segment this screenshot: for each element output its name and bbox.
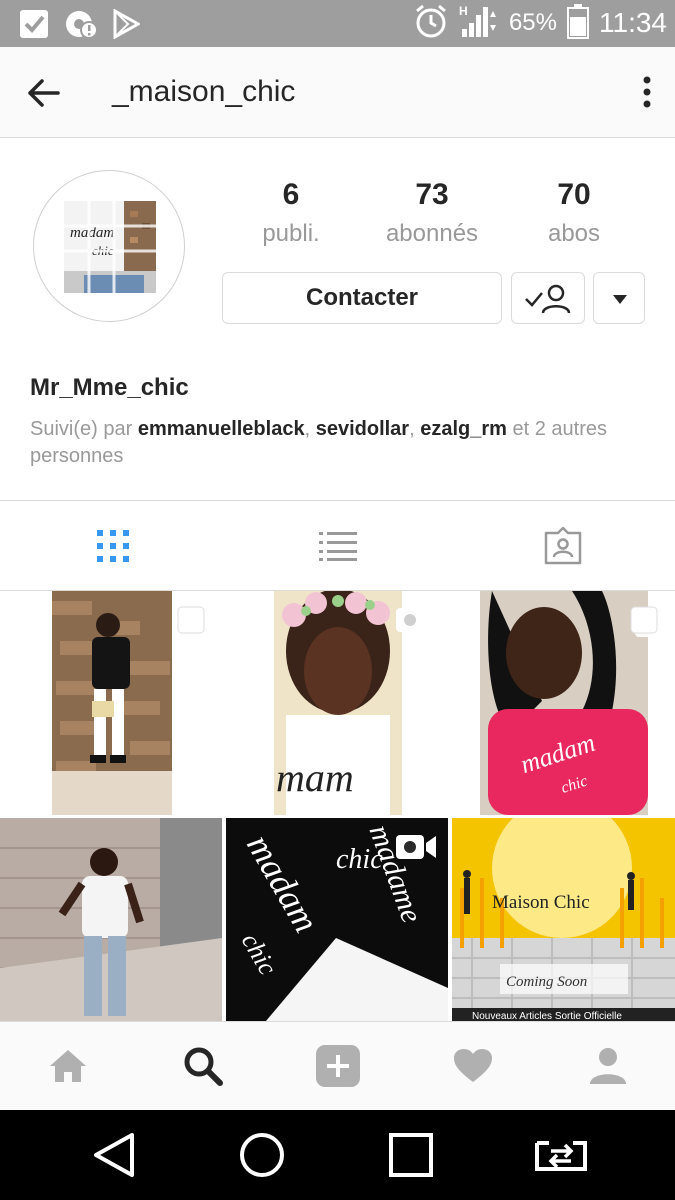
multiple-posts-icon (629, 605, 663, 644)
tab-list[interactable] (225, 501, 450, 591)
post-grid: mam madam chic madame chic madam chic Ma… (0, 591, 675, 1021)
poster-footer: Nouveaux Articles Sortie Officielle (472, 1011, 622, 1021)
page-title: _maison_chic (112, 75, 296, 108)
poster-title: Maison Chic (492, 892, 590, 913)
search-icon (184, 1047, 223, 1086)
post-thumbnail[interactable] (0, 818, 222, 1021)
back-arrow-icon (28, 79, 60, 107)
nav-add[interactable] (270, 1022, 405, 1110)
followed-by-text: Suivi(e) par emmanuelleblack, sevidollar… (30, 418, 608, 467)
contact-button[interactable]: Contacter (222, 272, 502, 324)
poster-subtitle: Coming Soon (506, 974, 587, 990)
video-camera-icon (394, 832, 438, 867)
following-count-label: abos (547, 220, 601, 247)
add-post-icon (315, 1045, 360, 1087)
post-6-image: Maison Chic Coming Soon Nouveaux Article… (452, 818, 675, 1021)
nav-home[interactable] (0, 1022, 135, 1110)
screen: H 65% 11:34 _maison_chic madam 6 publi. … (0, 0, 675, 1200)
status-bar: H 65% 11:34 (0, 0, 675, 47)
check-box-icon (18, 8, 50, 45)
grid-icon (96, 530, 129, 562)
tab-tagged[interactable] (450, 501, 675, 591)
android-back-button[interactable] (54, 1110, 174, 1200)
svg-text:chic: chic (336, 844, 383, 875)
suggestions-dropdown-button[interactable] (593, 272, 645, 324)
more-vertical-icon (643, 76, 651, 108)
home-circle-icon (240, 1133, 284, 1177)
post-thumbnail[interactable]: mam (226, 591, 448, 815)
app-header: _maison_chic (0, 47, 675, 138)
followed-by-user-2[interactable]: sevidollar (316, 418, 409, 440)
video-camera-icon (394, 605, 438, 640)
profile-icon (589, 1048, 626, 1084)
recents-square-icon (389, 1133, 433, 1177)
post-thumbnail[interactable]: Maison Chic Coming Soon Nouveaux Article… (452, 818, 675, 1021)
list-icon (318, 532, 357, 561)
followed-by-prefix: Suivi(e) par (30, 418, 133, 440)
android-nav-bar (0, 1110, 675, 1200)
battery-icon (567, 3, 589, 44)
android-switch-button[interactable] (501, 1110, 621, 1200)
following-status-button[interactable] (511, 272, 585, 324)
followers-count-value: 73 (415, 178, 449, 211)
home-icon (49, 1050, 86, 1082)
post-thumbnail[interactable]: madame chic madam chic (226, 818, 448, 1021)
followers-count-label: abonnés (385, 220, 479, 247)
tagged-person-icon (544, 527, 581, 565)
android-recents-button[interactable] (351, 1110, 471, 1200)
signal-icon: H (459, 3, 499, 44)
back-button[interactable] (24, 73, 64, 113)
person-check-icon (525, 284, 571, 314)
posts-count-value: 6 (282, 178, 300, 211)
post-thumbnail[interactable]: madam chic (452, 591, 675, 815)
nav-search[interactable] (135, 1022, 270, 1110)
battery-percent: 65% (508, 9, 557, 36)
followers-count[interactable]: 73 abonnés (362, 178, 502, 248)
multiple-posts-icon (176, 605, 210, 644)
followed-by-user-3[interactable]: ezalg_rm (420, 418, 507, 440)
nav-profile[interactable] (540, 1022, 675, 1110)
play-store-icon (112, 8, 142, 44)
network-type-label: H (459, 4, 468, 18)
back-triangle-icon (94, 1133, 134, 1177)
avatar[interactable]: madam chic (33, 170, 185, 322)
followed-by-user-1[interactable]: emmanuelleblack (138, 418, 305, 440)
svg-text:mam: mam (276, 755, 354, 800)
bottom-nav (0, 1021, 675, 1110)
post-thumbnail[interactable] (0, 591, 222, 815)
clock: 11:34 (599, 7, 667, 38)
following-count[interactable]: 70 abos (504, 178, 644, 248)
following-count-value: 70 (557, 178, 591, 211)
chrome-alert-icon (64, 8, 98, 45)
profile-name: Mr_Mme_chic (30, 374, 189, 401)
caret-down-icon (613, 295, 627, 304)
posts-count-label: publi. (262, 220, 320, 247)
switch-screen-icon (535, 1141, 587, 1171)
avatar-image: madam chic (64, 201, 156, 293)
post-4-image (0, 818, 222, 1021)
heart-icon (453, 1049, 492, 1082)
profile-tabs (0, 500, 675, 591)
more-options-button[interactable] (641, 75, 653, 109)
android-home-button[interactable] (202, 1110, 322, 1200)
alarm-icon (413, 3, 449, 44)
nav-activity[interactable] (405, 1022, 540, 1110)
posts-count[interactable]: 6 publi. (221, 178, 361, 248)
tab-grid[interactable] (0, 501, 225, 591)
